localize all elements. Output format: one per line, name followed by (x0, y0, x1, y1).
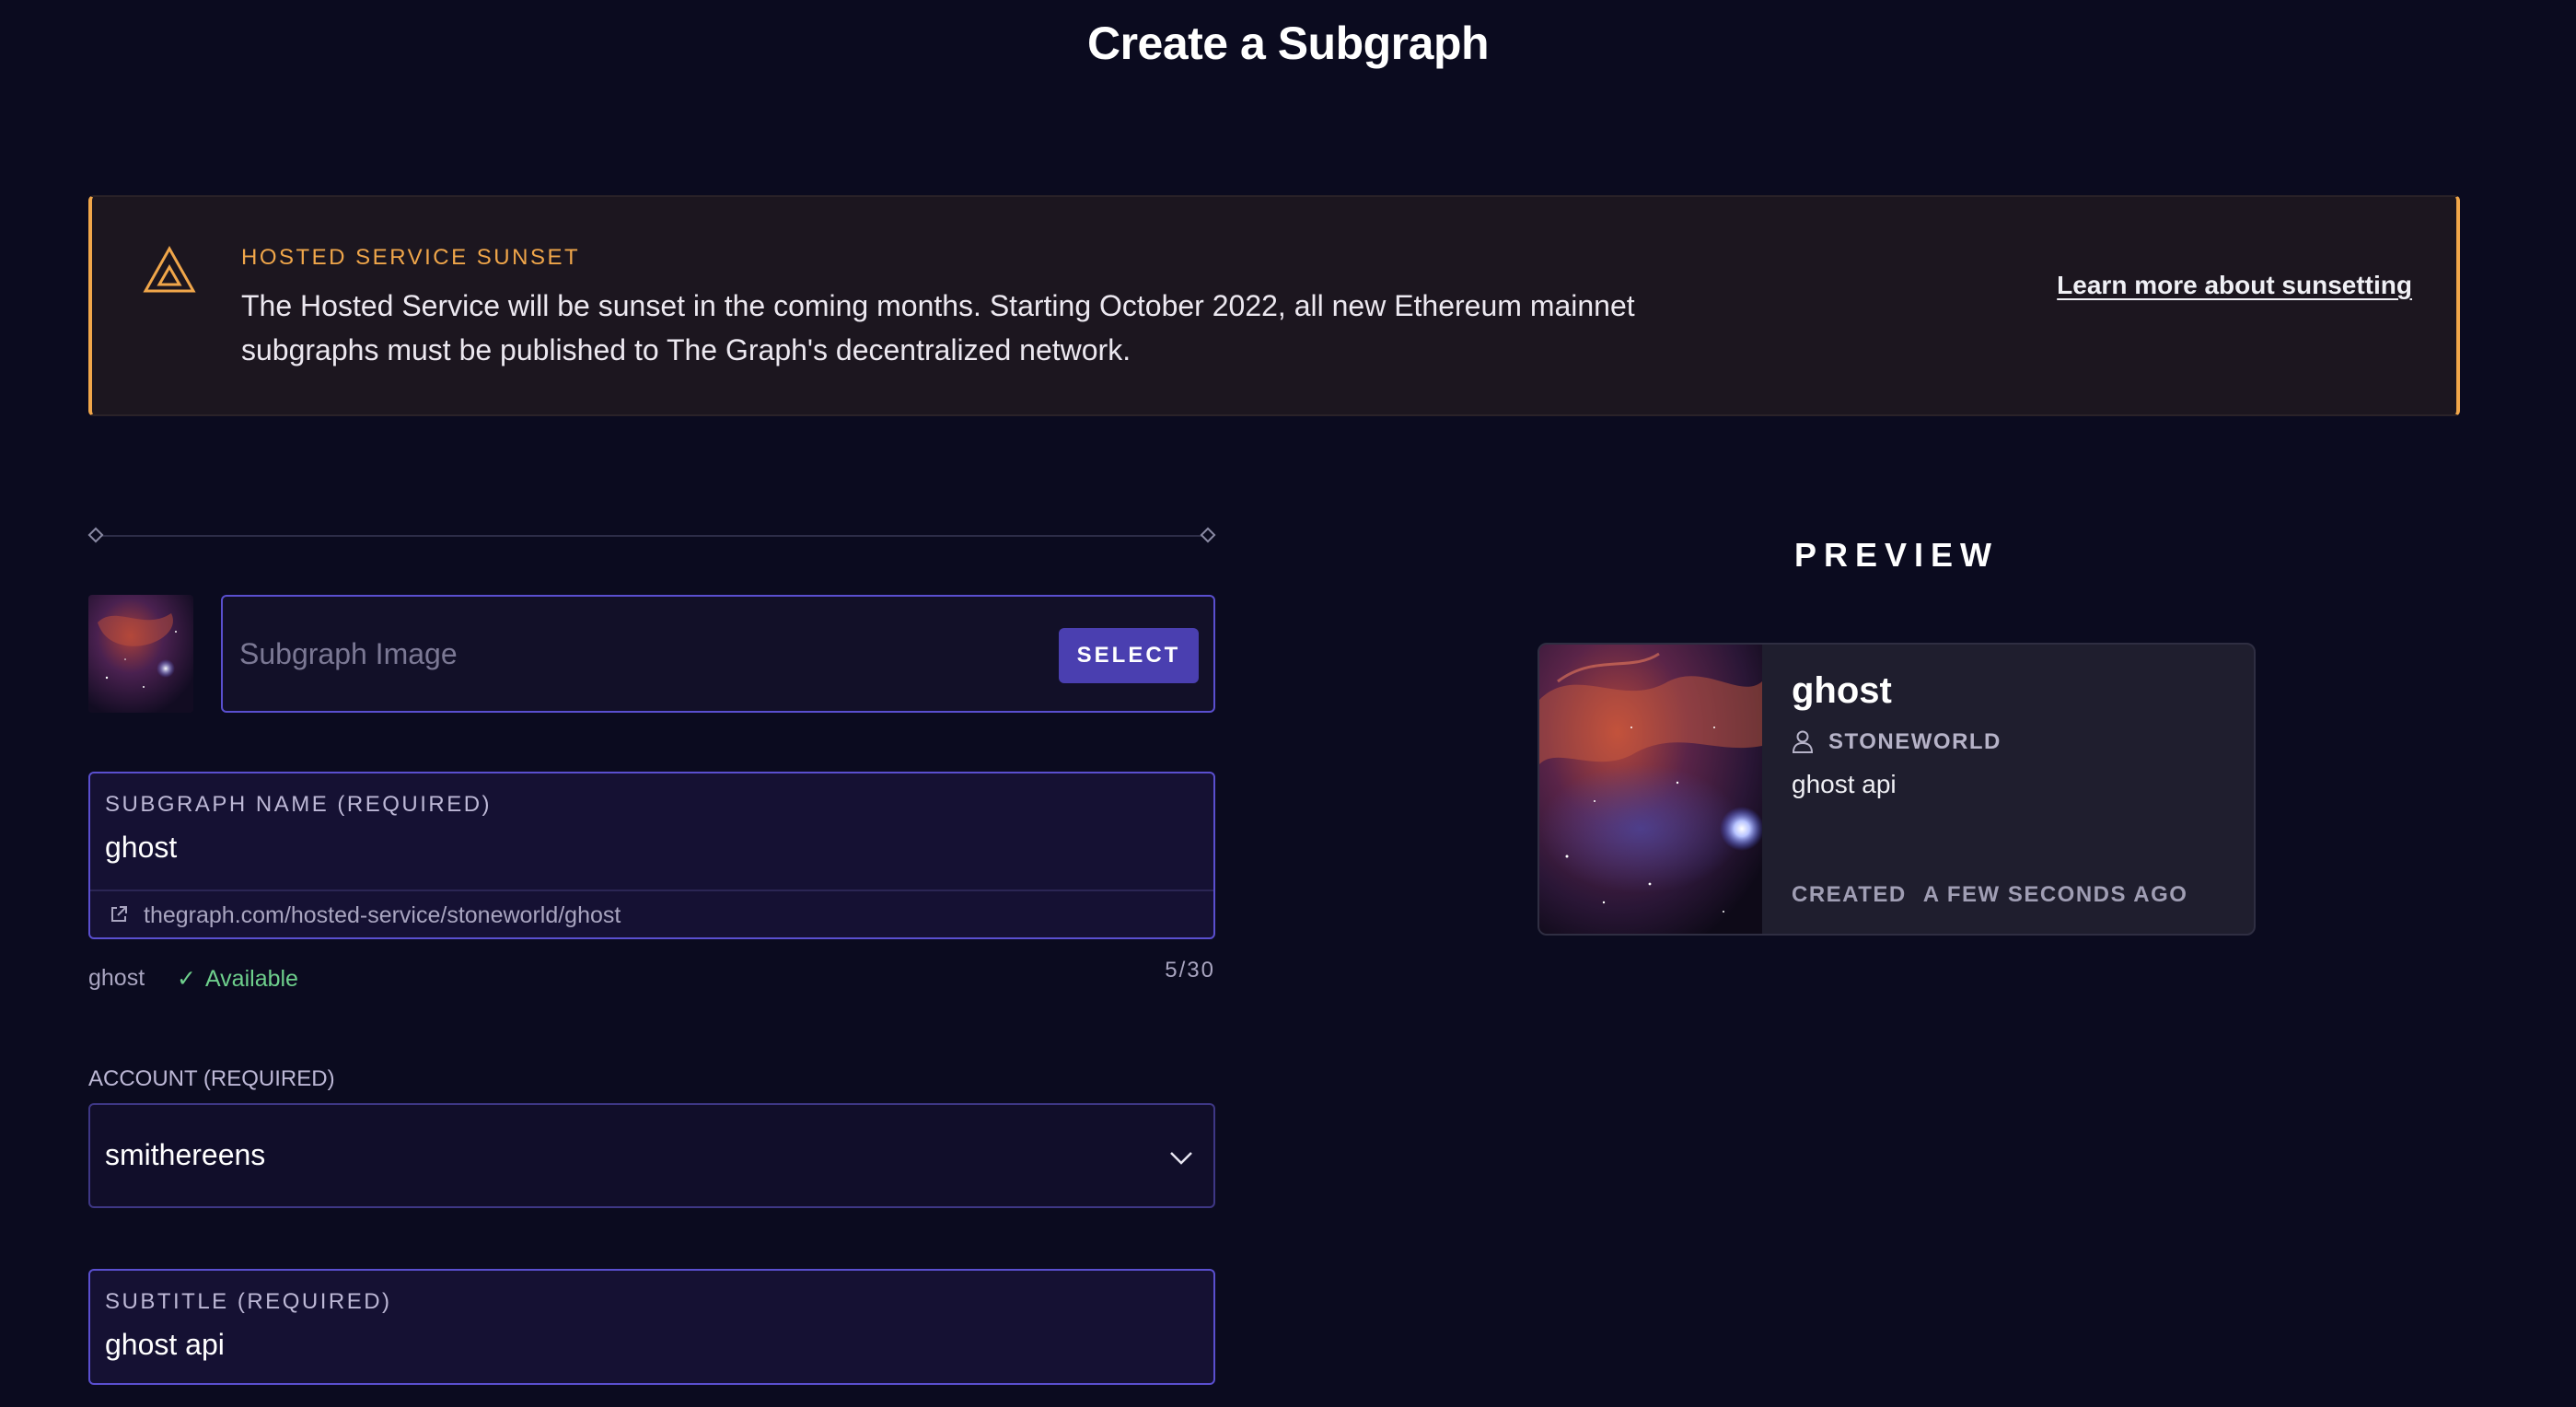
chevron-down-icon (1170, 1152, 1192, 1165)
subgraph-name-field[interactable]: SUBGRAPH NAME (REQUIRED) ghost thegraph.… (88, 772, 1215, 939)
account-selected-value: smithereens (105, 1138, 266, 1171)
subgraph-name-label: SUBGRAPH NAME (REQUIRED) (105, 792, 493, 817)
subtitle-input[interactable]: ghost api (105, 1328, 225, 1362)
subgraph-image-thumbnail (88, 595, 193, 713)
availability-status: ✓ Available (177, 965, 298, 993)
divider-line (101, 535, 1202, 537)
preview-subtitle: ghost api (1792, 770, 1897, 798)
created-value: A FEW SECONDS AGO (1922, 882, 2188, 907)
warning-triangle-icon (143, 245, 196, 293)
preview-subgraph-name: ghost (1792, 670, 1892, 711)
created-label: CREATED (1792, 882, 1907, 907)
availability-text: Available (204, 966, 298, 992)
name-char-count: 5/30 (1165, 958, 1215, 983)
banner-heading: HOSTED SERVICE SUNSET (241, 245, 581, 270)
subtitle-label: SUBTITLE (REQUIRED) (105, 1289, 392, 1314)
preview-account: STONEWORLD (1828, 729, 2002, 754)
preview-created: CREATED A FEW SECONDS AGO (1792, 882, 2187, 908)
subtitle-field[interactable]: SUBTITLE (REQUIRED) ghost api (88, 1269, 1215, 1385)
subgraph-url-row: thegraph.com/hosted-service/stoneworld/g… (90, 890, 1213, 939)
divider-diamond-left (87, 527, 104, 543)
preview-nebula-image (1539, 645, 1762, 934)
user-icon (1792, 730, 1814, 753)
external-link-icon (111, 906, 127, 922)
preview-heading: PREVIEW (1793, 536, 2000, 574)
subgraph-image-field[interactable]: Subgraph Image SELECT (221, 595, 1215, 713)
nebula-image (88, 595, 193, 713)
account-label: ACCOUNT (REQUIRED) (88, 1066, 335, 1091)
subgraph-name-input[interactable]: ghost (105, 831, 177, 865)
learn-more-link[interactable]: Learn more about sunsetting (2057, 271, 2412, 300)
page-title: Create a Subgraph (1086, 17, 1490, 69)
select-image-button[interactable]: SELECT (1059, 628, 1199, 683)
section-divider (87, 527, 1216, 545)
check-icon: ✓ (177, 966, 196, 992)
divider-diamond-right (1200, 527, 1216, 543)
subgraph-image-placeholder: Subgraph Image (239, 637, 458, 670)
subgraph-name-echo: ghost (88, 965, 145, 991)
account-select[interactable]: smithereens (88, 1103, 1215, 1208)
subgraph-url: thegraph.com/hosted-service/stoneworld/g… (144, 902, 621, 928)
sunset-banner: HOSTED SERVICE SUNSET The Hosted Service… (88, 195, 2460, 416)
banner-body: The Hosted Service will be sunset in the… (241, 289, 1635, 366)
preview-card: ghost STONEWORLD ghost api CREATED A FEW … (1537, 643, 2256, 936)
